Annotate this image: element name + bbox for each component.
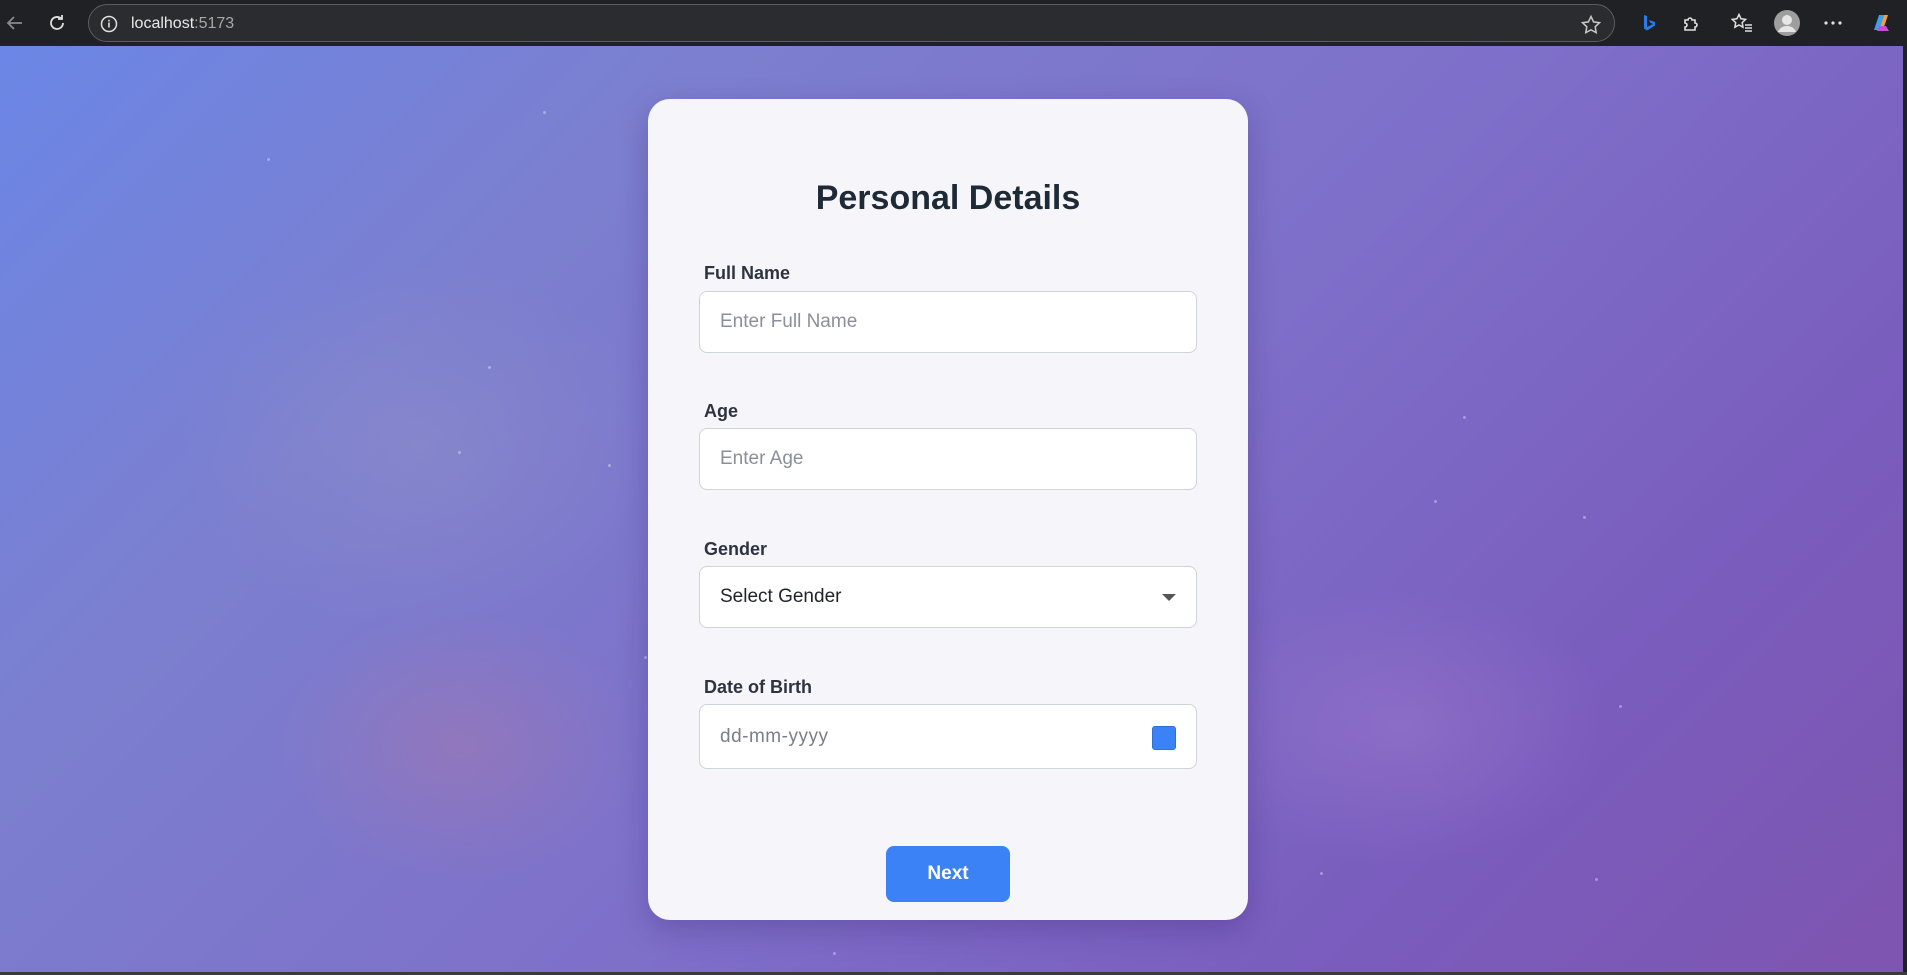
background-dot xyxy=(608,464,611,467)
background-dot xyxy=(1463,416,1466,419)
background-dot xyxy=(1583,516,1586,519)
date-of-birth-label: Date of Birth xyxy=(704,677,812,697)
gender-select[interactable]: Select Gender xyxy=(699,566,1197,628)
background-dot xyxy=(833,952,836,955)
site-info-icon[interactable] xyxy=(99,14,119,34)
chevron-down-icon xyxy=(1162,594,1176,601)
favorite-star-icon[interactable] xyxy=(1580,14,1602,36)
next-button[interactable]: Next xyxy=(886,846,1010,902)
copilot-icon xyxy=(1874,15,1889,31)
reload-button[interactable] xyxy=(42,8,72,38)
background-dot xyxy=(644,656,647,659)
personal-details-card: Personal Details Full Name Enter Full Na… xyxy=(648,99,1248,920)
back-button[interactable] xyxy=(0,8,30,38)
date-of-birth-input[interactable]: dd-mm-yyyy xyxy=(699,704,1197,769)
more-options-button[interactable] xyxy=(1818,8,1848,38)
calendar-icon[interactable] xyxy=(1152,726,1176,750)
favorites-button[interactable] xyxy=(1727,8,1757,38)
window-edge xyxy=(1903,46,1907,975)
background-dot xyxy=(267,158,270,161)
bing-icon xyxy=(1644,15,1655,31)
gender-label: Gender xyxy=(704,539,768,559)
background-dot xyxy=(458,451,461,454)
profile-button[interactable] xyxy=(1772,8,1802,38)
full-name-label: Full Name xyxy=(704,263,791,283)
extensions-button[interactable] xyxy=(1677,8,1707,38)
avatar-icon xyxy=(1774,10,1800,36)
back-arrow-icon xyxy=(6,16,22,30)
age-label: Age xyxy=(704,401,739,421)
page-background: Personal Details Full Name Enter Full Na… xyxy=(0,46,1903,972)
age-placeholder: Enter Age xyxy=(720,448,804,469)
gender-selected-value: Select Gender xyxy=(720,586,842,607)
reload-icon xyxy=(50,15,64,30)
bing-button[interactable] xyxy=(1634,8,1664,38)
address-bar[interactable]: localhost:5173 xyxy=(88,4,1615,42)
full-name-input[interactable]: Enter Full Name xyxy=(699,291,1197,353)
background-dot xyxy=(1320,872,1323,875)
browser-toolbar: localhost:5173 xyxy=(0,0,1907,46)
full-name-placeholder: Enter Full Name xyxy=(720,311,858,332)
url-port: :5173 xyxy=(194,15,235,32)
background-dot xyxy=(1595,878,1598,881)
page-title: Personal Details xyxy=(815,179,1081,217)
more-dots-icon xyxy=(1824,21,1842,25)
copilot-button[interactable] xyxy=(1866,8,1896,38)
puzzle-icon xyxy=(1684,17,1698,31)
url-text: localhost:5173 xyxy=(131,15,234,33)
age-input[interactable]: Enter Age xyxy=(699,428,1197,490)
background-dot xyxy=(1619,705,1622,708)
background-dot xyxy=(488,366,491,369)
favorites-list-icon xyxy=(1730,12,1752,32)
background-dot xyxy=(543,111,546,114)
url-host: localhost xyxy=(131,15,195,32)
background-dot xyxy=(1434,500,1437,503)
date-of-birth-placeholder: dd-mm-yyyy xyxy=(720,725,829,747)
